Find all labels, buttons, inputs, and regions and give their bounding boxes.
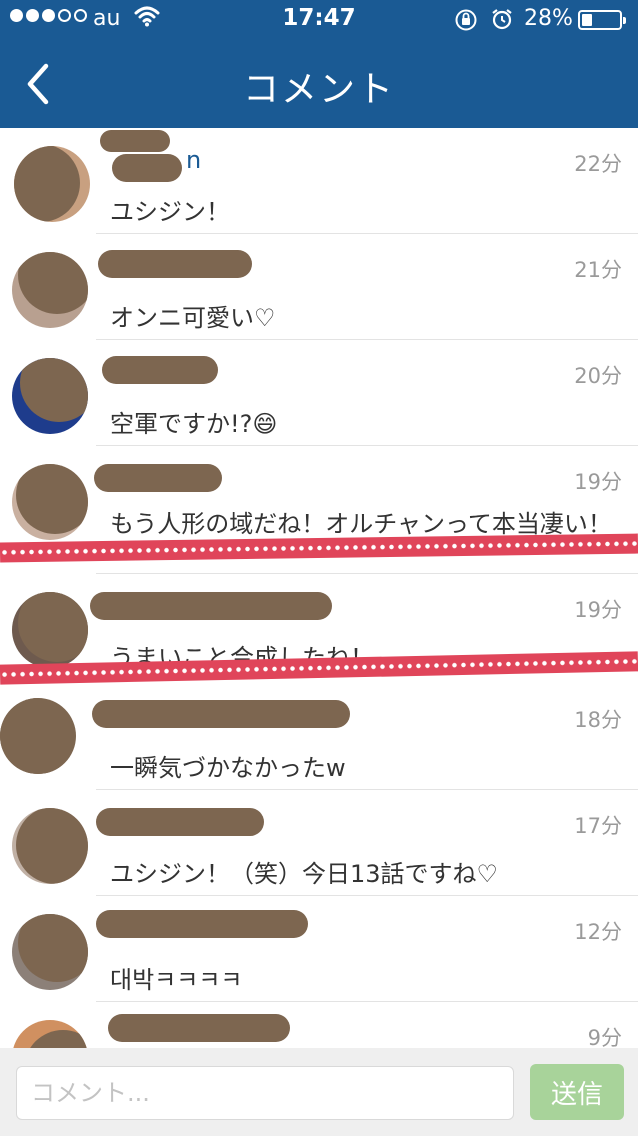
- redaction: [100, 130, 170, 152]
- redaction: [96, 808, 264, 836]
- comment-time: 17分: [574, 814, 622, 838]
- comment-row[interactable]: 9分: [0, 1002, 638, 1048]
- comment-time: 12分: [574, 920, 622, 944]
- comment-text: オンニ可愛い♡: [110, 304, 276, 332]
- avatar[interactable]: [0, 698, 76, 774]
- redaction: [90, 592, 332, 620]
- comment-time: 19分: [574, 598, 622, 622]
- comment-text: ユシジン！: [110, 198, 230, 226]
- top-bar: au 17:47 28% コメント: [0, 0, 638, 128]
- comment-text: 一瞬気づかなかったw: [110, 754, 346, 782]
- avatar[interactable]: [12, 358, 88, 434]
- navigation-bar: コメント: [0, 40, 638, 128]
- battery-icon: [578, 10, 626, 30]
- status-bar: au 17:47 28%: [0, 0, 638, 40]
- comment-time: 19分: [574, 470, 622, 494]
- alarm-icon: [490, 7, 514, 37]
- redaction: [96, 910, 308, 938]
- comment-row[interactable]: 21分 オンニ可愛い♡: [0, 234, 638, 340]
- comment-time: 9分: [587, 1026, 622, 1048]
- redaction: [108, 1014, 290, 1042]
- redaction: [112, 154, 182, 182]
- redaction: [94, 464, 222, 492]
- comment-input[interactable]: [16, 1066, 514, 1120]
- comment-list[interactable]: n 22分 ユシジン！ 21分 オンニ可愛い♡ 20分 空軍ですか!?😄 19分…: [0, 128, 638, 1048]
- comment-text: 대박ㅋㅋㅋㅋ: [110, 966, 243, 994]
- send-button[interactable]: 送信: [530, 1064, 624, 1120]
- avatar[interactable]: [12, 808, 88, 884]
- avatar[interactable]: [12, 464, 88, 540]
- comment-row[interactable]: 18分 一瞬気づかなかったw: [0, 684, 638, 790]
- comment-time: 21分: [574, 258, 622, 282]
- avatar[interactable]: [12, 1020, 88, 1048]
- comment-text: ユシジン！（笑）今日13話ですね♡: [110, 860, 499, 888]
- redaction: [102, 356, 218, 384]
- comment-row[interactable]: 20分 空軍ですか!?😄: [0, 340, 638, 446]
- avatar[interactable]: [12, 914, 88, 990]
- avatar[interactable]: [14, 146, 90, 222]
- rotation-lock-icon: [454, 8, 478, 38]
- comment-row[interactable]: 17分 ユシジン！（笑）今日13話ですね♡: [0, 790, 638, 896]
- redaction: [98, 250, 252, 278]
- comment-time: 18分: [574, 708, 622, 732]
- avatar[interactable]: [12, 592, 88, 668]
- battery-percent: 28%: [524, 6, 573, 31]
- comment-row[interactable]: 12分 대박ㅋㅋㅋㅋ: [0, 896, 638, 1002]
- comment-time: 20分: [574, 364, 622, 388]
- avatar[interactable]: [12, 252, 88, 328]
- page-title: コメント: [242, 69, 395, 110]
- comment-text: 空軍ですか!?😄: [110, 410, 278, 438]
- comment-input-bar: 送信: [0, 1048, 638, 1136]
- username[interactable]: n: [186, 146, 201, 174]
- comment-time: 22分: [574, 152, 622, 176]
- comment-row[interactable]: n 22分 ユシジン！: [0, 128, 638, 234]
- redaction: [92, 700, 350, 728]
